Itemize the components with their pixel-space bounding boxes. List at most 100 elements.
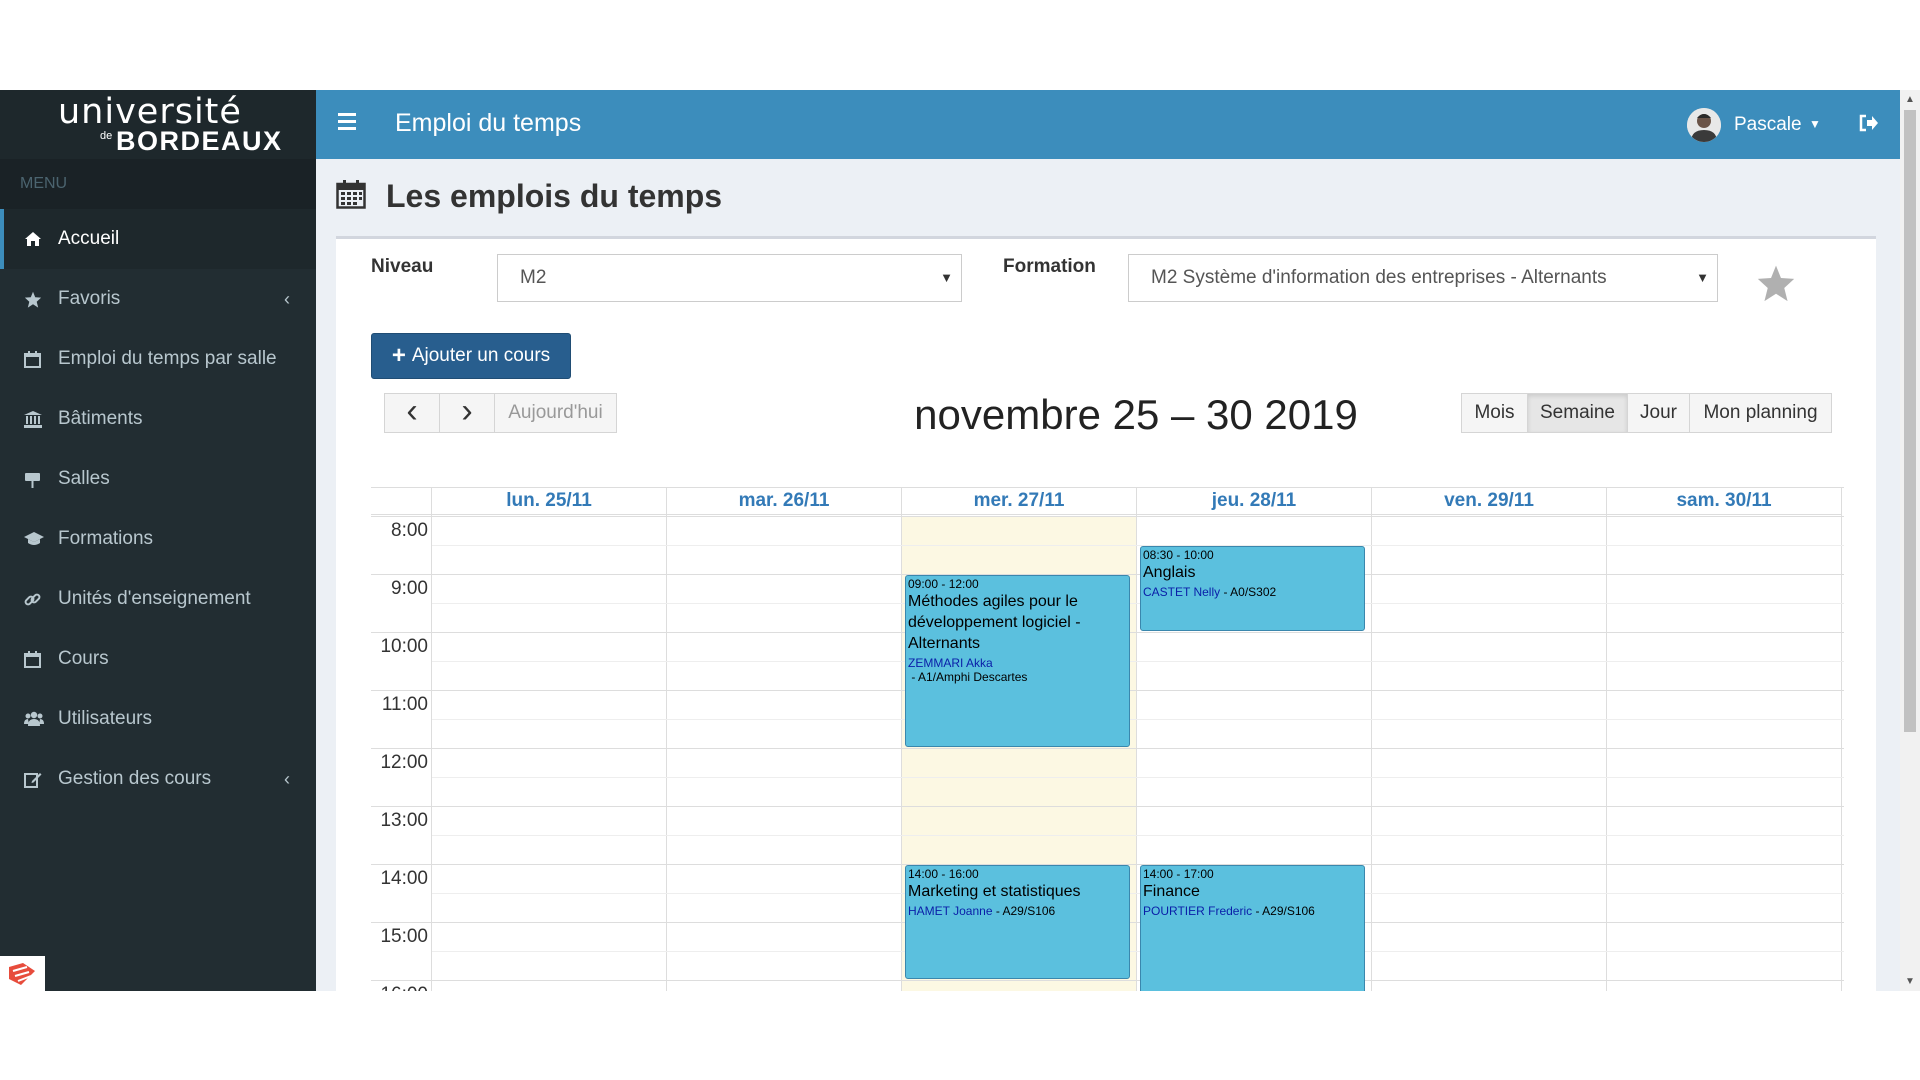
calendar-icon [24,350,58,368]
calendar-event[interactable]: 14:00 - 17:00 Finance POURTIER Frederic - … [1140,865,1365,991]
star-icon [24,291,58,308]
grid-half-hour-line [432,719,1844,720]
sidebar-item-batiments[interactable]: Bâtiments [0,389,316,449]
sidebar-item-label: Cours [58,648,109,669]
time-label: 10:00 [380,636,428,657]
grid-half-hour-line [432,603,1844,604]
sidebar-item-label: Unités d'enseignement [58,588,251,609]
sidebar-item-salles[interactable]: Salles [0,449,316,509]
sidebar-item-gestion-cours[interactable]: Gestion des cours ‹ [0,749,316,809]
sidebar-item-emploi-par-salle[interactable]: Emploi du temps par salle [0,329,316,389]
day-header[interactable]: mar. 26/11 [667,488,902,515]
event-teacher[interactable]: ZEMMARI Akka [908,656,993,670]
menu-header: MENU [0,159,316,209]
sidebar-item-cours[interactable]: Cours [0,629,316,689]
view-week-button[interactable]: Semaine [1527,393,1628,433]
select-arrow-icon: ▼ [1696,270,1709,285]
caret-down-icon[interactable]: ▼ [1809,117,1821,131]
grid-half-hour-line [432,777,1844,778]
sidebar-item-accueil[interactable]: Accueil [0,209,316,269]
event-details: POURTIER Frederic - A29/S106 [1143,904,1362,918]
grid-column-line [1136,488,1137,991]
formation-select-value: M2 Système d'information des entreprises… [1151,267,1607,288]
scroll-up-arrow-icon[interactable]: ▲ [1905,94,1915,105]
page-scrollbar[interactable]: ▲ ▼ [1900,90,1920,991]
users-icon [24,711,58,727]
grid-column-line [666,488,667,991]
event-title: Marketing et statistiques [908,883,1081,900]
niveau-select-value: M2 [520,267,547,288]
day-header[interactable]: ven. 29/11 [1372,488,1607,515]
formation-select[interactable]: M2 Système d'information des entreprises… [1128,254,1718,302]
calendar-event[interactable]: 14:00 - 16:00 Marketing et statistiques HA… [905,865,1130,979]
event-teacher[interactable]: CASTET Nelly [1143,585,1220,599]
logout-icon[interactable] [1859,114,1879,134]
user-menu-name[interactable]: Pascale [1734,114,1802,136]
time-label: 8:00 [391,520,428,541]
time-label: 12:00 [380,752,428,773]
day-header[interactable]: sam. 30/11 [1607,488,1842,515]
week-calendar: lun. 25/11 mar. 26/11 mer. 27/11 jeu. 28/11… [371,487,1844,991]
sidebar-item-favoris[interactable]: Favoris ‹ [0,269,316,329]
day-header[interactable]: jeu. 28/11 [1137,488,1372,515]
calendar-event[interactable]: 09:00 - 12:00 Méthodes agiles pour le dév… [905,575,1130,747]
app-logo-icon[interactable] [0,956,45,991]
sidebar-item-label: Formations [58,528,154,549]
grid-column-line [901,488,902,991]
sidebar-item-label: Favoris [58,288,121,309]
grid-half-hour-line [432,951,1844,952]
time-label: 9:00 [391,578,428,599]
grid-half-hour-line [432,893,1844,894]
event-teacher[interactable]: POURTIER Frederic [1143,904,1252,918]
logo-line2-small: de [100,130,113,142]
grid-column-line [431,488,432,991]
day-header[interactable]: lun. 25/11 [432,488,667,515]
event-title: Finance [1143,883,1200,900]
sidebar-item-label: Emploi du temps par salle [58,348,277,369]
event-room: - A29/S106 [1252,904,1315,918]
sidebar-item-utilisateurs[interactable]: Utilisateurs [0,689,316,749]
sidebar-item-formations[interactable]: Formations [0,509,316,569]
sidebar-item-label: Utilisateurs [58,708,152,729]
sidebar-item-label: Accueil [58,228,120,249]
hamburger-menu-icon[interactable] [338,113,356,133]
grid-hour-line [371,516,1844,517]
link-icon [24,591,58,608]
sidebar-item-unites[interactable]: Unités d'enseignement [0,569,316,629]
niveau-select[interactable]: M2 ▼ [497,254,962,302]
event-title: Méthodes agiles pour le développement lo… [908,593,1081,652]
app-window: université de BORDEAUX MENU Accueil Favo… [0,90,1920,991]
scroll-down-arrow-icon[interactable]: ▼ [1905,976,1915,987]
chevron-left-icon: ‹ [284,289,290,309]
grid-column-line [1841,488,1842,991]
view-month-button[interactable]: Mois [1461,393,1528,433]
university-logo[interactable]: université de BORDEAUX [0,90,316,159]
grid-hour-line [371,980,1844,981]
page-title: Les emplois du temps [386,177,723,214]
sidebar: université de BORDEAUX MENU Accueil Favo… [0,90,316,991]
time-label: 14:00 [380,868,428,889]
grid-column-line [1606,488,1607,991]
time-axis-header [371,488,432,515]
grid-hour-line [371,806,1844,807]
sidebar-item-label: Gestion des cours [58,768,212,789]
view-my-planning-button[interactable]: Mon planning [1689,393,1832,433]
chevron-left-icon: ‹ [284,769,290,789]
sidebar-item-label: Bâtiments [58,408,143,429]
avatar[interactable] [1687,108,1721,142]
calendar-event[interactable]: 08:30 - 10:00 Anglais CASTET Nelly - A0/S3… [1140,546,1365,631]
event-time: 14:00 - 17:00 [1143,867,1214,881]
home-icon [24,231,58,247]
grid-half-hour-line [432,835,1844,836]
sign-icon [24,471,58,488]
calendar-icon [24,650,58,668]
day-header[interactable]: mer. 27/11 [902,488,1137,515]
time-label: 16:00 [371,984,428,991]
timetable-box: Niveau M2 ▼ Formation M2 Système d'infor… [336,236,1876,991]
add-course-button[interactable]: + Ajouter un cours [371,333,571,379]
favorite-star-icon[interactable] [1756,264,1796,304]
scrollbar-thumb[interactable] [1904,110,1916,732]
event-teacher[interactable]: HAMET Joanne [908,904,993,918]
view-day-button[interactable]: Jour [1627,393,1690,433]
add-course-label: Ajouter un cours [411,345,551,366]
